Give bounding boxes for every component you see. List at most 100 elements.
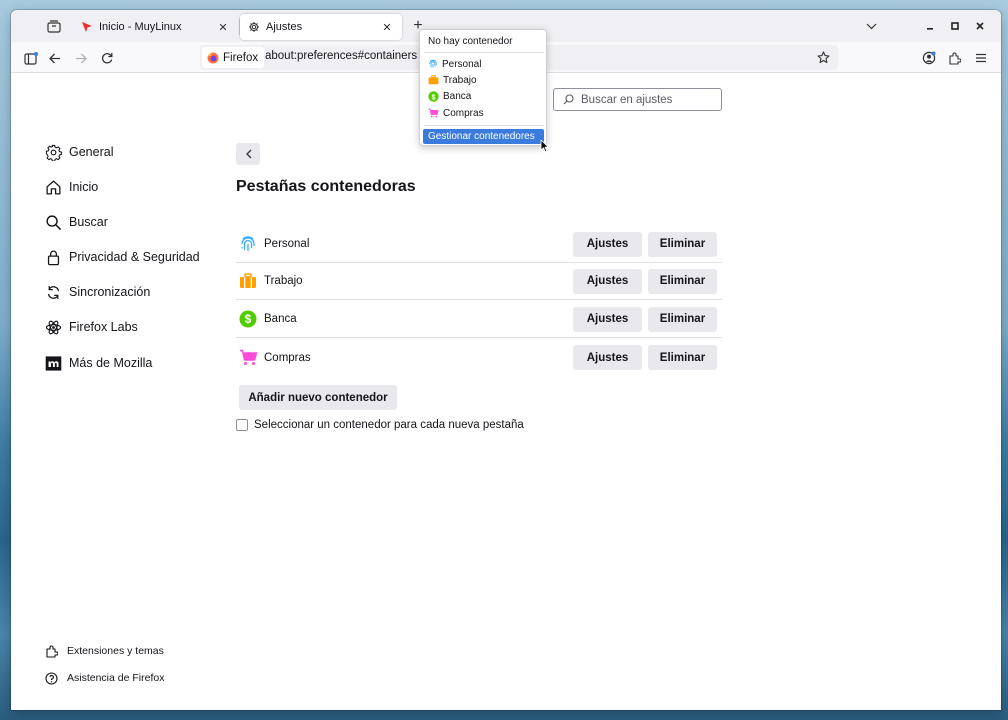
tab-ajustes[interactable]: Ajustes ✕ — [240, 14, 402, 40]
sidebar-item-label: General — [69, 145, 114, 159]
container-row-compras: Compras Ajustes Eliminar — [236, 339, 722, 376]
tab-muylinux[interactable]: Inicio - MuyLinux ✕ — [73, 14, 238, 40]
star-icon — [816, 50, 830, 63]
dollar-icon: $ — [428, 90, 439, 102]
forward-button[interactable] — [70, 47, 92, 69]
minimize-icon — [927, 28, 933, 30]
close-window-button[interactable] — [970, 15, 990, 37]
container-name: Trabajo — [264, 275, 303, 287]
identity-box[interactable]: Firefox — [202, 47, 265, 68]
search-placeholder: Buscar en ajustes — [581, 93, 673, 106]
tab-title: Ajustes — [266, 21, 303, 33]
url-text[interactable]: about:preferences#containers — [265, 50, 417, 62]
sidebar-item-label: Firefox Labs — [69, 320, 138, 334]
menu-separator — [424, 125, 544, 126]
account-icon — [922, 51, 936, 65]
container-remove-button[interactable]: Eliminar — [648, 231, 717, 257]
mouse-cursor-icon — [540, 139, 549, 153]
search-icon — [44, 213, 62, 231]
container-name: Compras — [264, 351, 311, 364]
sidebar-item-buscar[interactable]: Buscar — [44, 211, 108, 233]
container-remove-button[interactable]: Eliminar — [648, 268, 717, 294]
back-button[interactable] — [44, 47, 66, 69]
tab-close-icon[interactable]: ✕ — [216, 21, 230, 34]
reload-button[interactable] — [96, 47, 118, 69]
reload-icon — [101, 52, 113, 64]
sidebar-item-label: Privacidad & Seguridad — [69, 250, 200, 264]
manage-containers-menu-item[interactable]: Gestionar contenedores — [423, 129, 544, 144]
puzzle-icon — [46, 645, 58, 658]
sync-icon — [44, 283, 62, 301]
sidebar-item-mas-de-mozilla[interactable]: Más de Mozilla — [44, 352, 152, 374]
container-settings-button[interactable]: Ajustes — [573, 268, 642, 294]
container-settings-button[interactable]: Ajustes — [573, 231, 642, 257]
maximize-icon — [951, 22, 959, 30]
sidebar-footer-asistencia[interactable]: Asistencia de Firefox — [45, 670, 164, 686]
sidebar-item-label: Más de Mozilla — [69, 356, 153, 370]
menu-item-trabajo[interactable]: Trabajo — [428, 73, 477, 87]
menu-item-label: Banca — [443, 90, 472, 102]
cart-icon — [428, 108, 439, 118]
footer-label: Asistencia de Firefox — [67, 672, 165, 684]
tab-close-icon[interactable]: ✕ — [380, 21, 394, 34]
sidebar-item-privacidad[interactable]: Privacidad & Seguridad — [44, 246, 200, 268]
container-settings-button[interactable]: Ajustes — [573, 306, 642, 332]
menu-item-personal[interactable]: Personal — [428, 57, 481, 71]
help-icon — [45, 671, 58, 685]
container-name: Banca — [264, 313, 297, 325]
container-remove-button[interactable]: Eliminar — [648, 306, 717, 332]
chevron-left-icon — [245, 149, 251, 159]
sidebar-item-label: Sincronización — [69, 285, 151, 299]
sidebar-toggle-button[interactable] — [20, 47, 42, 69]
svg-text:$: $ — [431, 92, 435, 101]
sidebar-item-label: Inicio — [69, 180, 99, 194]
app-menu-button[interactable] — [970, 47, 992, 69]
menu-item-label: Gestionar contenedores — [428, 131, 535, 142]
sidebar-item-label: Buscar — [69, 215, 108, 229]
arrow-right-icon — [76, 53, 87, 63]
container-remove-button[interactable]: Eliminar — [648, 345, 717, 370]
sidebar-icon — [24, 51, 38, 65]
account-button[interactable] — [918, 47, 940, 69]
tab-title: Inicio - MuyLinux — [99, 21, 182, 33]
container-popup-menu: No hay contenedor Personal Trabajo $ Ban… — [419, 29, 547, 146]
menu-item-compras[interactable]: Compras — [428, 106, 484, 120]
puzzle-icon — [948, 52, 961, 65]
briefcase-icon — [428, 75, 439, 85]
menu-item-banca[interactable]: $ Banca — [428, 89, 471, 103]
container-row-trabajo: Trabajo Ajustes Eliminar — [236, 263, 722, 300]
back-to-general-button[interactable] — [236, 143, 260, 165]
menu-item-label: Trabajo — [443, 74, 477, 86]
list-all-tabs-button[interactable] — [861, 15, 881, 37]
add-container-button[interactable]: Añadir nuevo contenedor — [239, 385, 397, 410]
sidebar-item-inicio[interactable]: Inicio — [44, 176, 98, 198]
sidebar-footer-extensiones[interactable]: Extensiones y temas — [45, 643, 164, 659]
extensions-button[interactable] — [943, 47, 965, 69]
sidebar-item-firefox-labs[interactable]: Firefox Labs — [44, 316, 138, 338]
menu-item-no-container[interactable]: No hay contenedor — [428, 34, 513, 48]
maximize-button[interactable] — [945, 15, 965, 37]
dollar-icon: $ — [237, 308, 259, 330]
bookmark-star-button[interactable] — [814, 48, 832, 66]
menu-item-label: No hay contenedor — [428, 35, 513, 47]
container-per-tab-checkbox[interactable] — [236, 419, 248, 431]
arrow-left-icon — [49, 53, 60, 63]
gear-icon — [249, 22, 259, 32]
identity-label: Firefox — [223, 51, 259, 64]
sidebar-item-general[interactable]: General — [44, 141, 113, 163]
chevron-down-icon — [866, 23, 876, 29]
fingerprint-icon — [429, 59, 437, 68]
search-input[interactable]: Buscar en ajustes — [553, 88, 722, 111]
mozilla-icon — [44, 354, 62, 372]
menu-separator — [424, 52, 544, 53]
sidebar-item-sincronizacion[interactable]: Sincronización — [44, 281, 150, 303]
minimize-button[interactable] — [920, 15, 940, 37]
tab-overview-button[interactable] — [43, 16, 65, 36]
container-per-tab-option[interactable]: Seleccionar un contenedor para cada nuev… — [236, 419, 524, 431]
page-title: Pestañas contenedoras — [236, 178, 416, 195]
svg-text:$: $ — [245, 312, 252, 326]
muylinux-arrow-icon — [82, 22, 92, 32]
container-settings-button[interactable]: Ajustes — [573, 345, 642, 370]
menu-item-label: Compras — [443, 107, 484, 119]
preferences-page: Buscar en ajustes General Inicio Buscar — [11, 73, 1001, 710]
